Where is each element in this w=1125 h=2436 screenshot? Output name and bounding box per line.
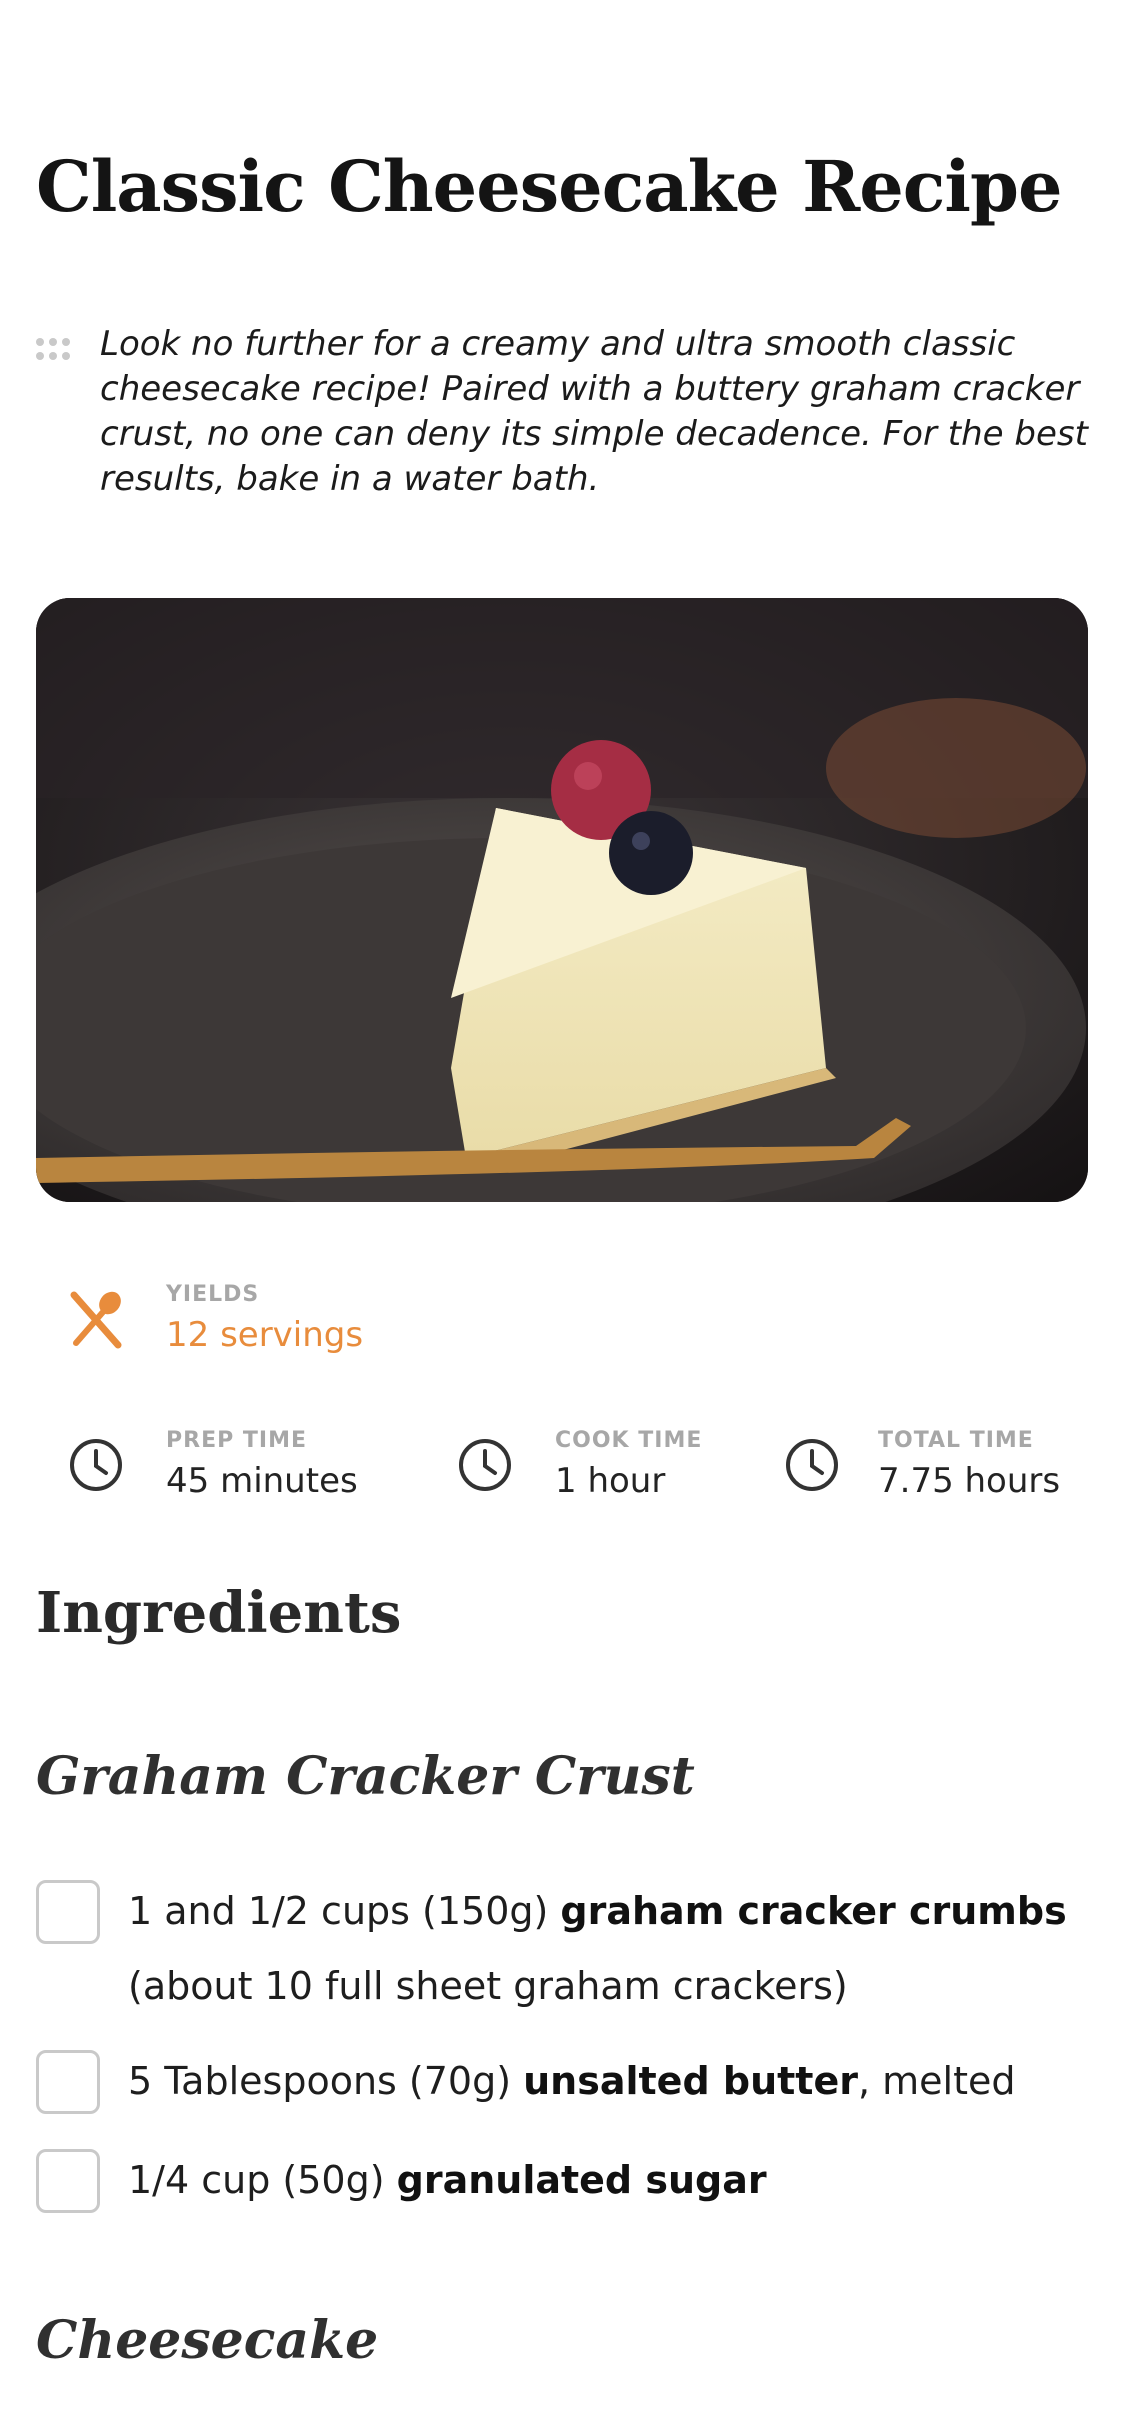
recipe-photo (36, 598, 1088, 1202)
yields-label: YIELDS (166, 1282, 260, 1307)
total-time-label: TOTAL TIME (878, 1428, 1034, 1453)
clock-icon (459, 1438, 511, 1491)
cook-time: COOK TIME 1 hour (455, 1428, 702, 1501)
utensils-icon (70, 1291, 122, 1348)
recipe-title: Classic Cheesecake Recipe (36, 145, 1062, 228)
yields-value: 12 servings (166, 1315, 364, 1355)
prep-time-value: 45 minutes (166, 1461, 358, 1501)
total-time: TOTAL TIME 7.75 hours (782, 1428, 1060, 1501)
ingredient-amount: 5 Tablespoons (70g) (128, 2059, 524, 2103)
ingredient-item: 1/4 cup (50g) granulated sugar (36, 2149, 1096, 2218)
ingredient-note: (about 10 full sheet graham crackers) (128, 1964, 848, 2008)
ingredient-item: 5 Tablespoons (70g) unsalted butter, mel… (36, 2050, 1096, 2119)
cook-time-label: COOK TIME (555, 1428, 703, 1453)
ingredient-list: 1 and 1/2 cups (150g) graham cracker cru… (36, 1880, 1096, 2218)
ingredient-group-title: Cheesecake (36, 2310, 379, 2371)
ingredient-name: unsalted butter (523, 2059, 858, 2103)
ingredients-heading: Ingredients (36, 1580, 402, 1646)
clock-icon (70, 1438, 122, 1491)
ingredient-amount: 1/4 cup (50g) (128, 2158, 397, 2202)
cheesecake-image (36, 598, 1088, 1202)
ingredient-checkbox[interactable] (36, 2050, 100, 2114)
ingredient-item: 1 and 1/2 cups (150g) graham cracker cru… (36, 1880, 1096, 2024)
ingredient-name: granulated sugar (396, 2158, 767, 2202)
ingredient-text: 1/4 cup (50g) granulated sugar (128, 2143, 767, 2218)
intro-text: Look no further for a creamy and ultra s… (100, 324, 1088, 499)
ingredient-text: 5 Tablespoons (70g) unsalted butter, mel… (128, 2044, 1015, 2119)
total-time-value: 7.75 hours (878, 1461, 1061, 1501)
prep-time: PREP TIME 45 minutes (66, 1428, 358, 1501)
ingredient-group-title: Graham Cracker Crust (36, 1746, 695, 1807)
clock-icon (786, 1438, 838, 1491)
drag-handle-icon[interactable] (36, 338, 78, 366)
cook-time-value: 1 hour (555, 1461, 666, 1501)
ingredient-checkbox[interactable] (36, 1880, 100, 1944)
ingredient-amount: 1 and 1/2 cups (150g) (128, 1889, 561, 1933)
ingredient-note: , melted (857, 2059, 1016, 2103)
prep-time-label: PREP TIME (166, 1428, 307, 1453)
yields-row: YIELDS 12 servings (66, 1282, 363, 1355)
ingredient-checkbox[interactable] (36, 2149, 100, 2213)
recipe-intro: Look no further for a creamy and ultra s… (36, 322, 1096, 502)
ingredient-text: 1 and 1/2 cups (150g) graham cracker cru… (128, 1874, 1096, 2024)
ingredient-name: graham cracker crumbs (560, 1889, 1067, 1933)
